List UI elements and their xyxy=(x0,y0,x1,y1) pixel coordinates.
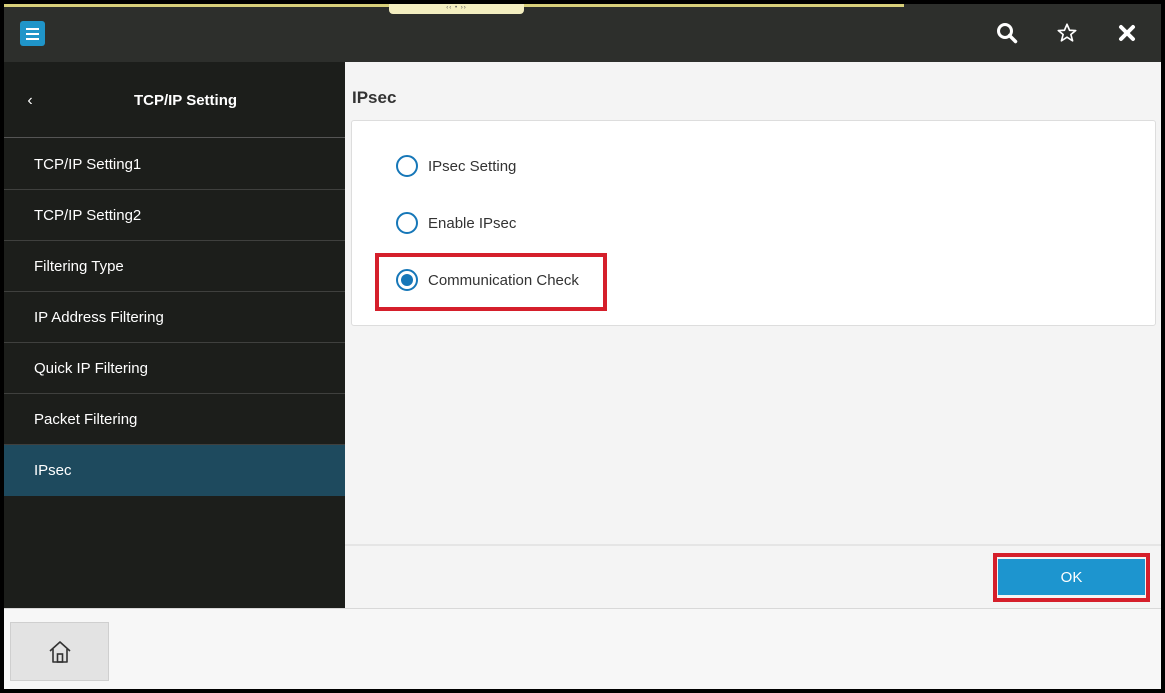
app-window: ‹‹ • ›› ‹ TCP/IP Setting TCP/IP Setting1… xyxy=(4,4,1161,689)
sidebar-item-packet-filtering[interactable]: Packet Filtering xyxy=(4,394,345,445)
footer-divider xyxy=(345,544,1161,546)
radio-dot xyxy=(401,274,413,286)
sidebar-header: ‹ TCP/IP Setting xyxy=(4,62,345,138)
sidebar-item-label: IPsec xyxy=(34,461,72,479)
favorite-button[interactable] xyxy=(1052,18,1082,48)
top-bar: ‹‹ • ›› xyxy=(4,4,1161,62)
home-icon xyxy=(48,640,71,663)
sidebar-item-ip-address-filtering[interactable]: IP Address Filtering xyxy=(4,292,345,343)
search-button[interactable] xyxy=(992,18,1022,48)
sidebar-item-quick-ip-filtering[interactable]: Quick IP Filtering xyxy=(4,343,345,394)
radio-label: Communication Check xyxy=(428,271,579,289)
close-icon xyxy=(1119,25,1135,41)
sidebar-item-label: TCP/IP Setting2 xyxy=(34,206,142,224)
main-content: IPsec IPsec Setting Enable IPsec Communi… xyxy=(345,62,1161,608)
sidebar-list: TCP/IP Setting1 TCP/IP Setting2 Filterin… xyxy=(4,139,345,496)
radio-label: Enable IPsec xyxy=(428,214,517,232)
close-button[interactable] xyxy=(1112,18,1142,48)
radio-option-communication-check[interactable]: Communication Check xyxy=(396,265,579,295)
sidebar-item-tcpip-setting1[interactable]: TCP/IP Setting1 xyxy=(4,139,345,190)
sidebar-item-tcpip-setting2[interactable]: TCP/IP Setting2 xyxy=(4,190,345,241)
radio-button[interactable] xyxy=(396,212,418,234)
menu-icon xyxy=(26,27,39,30)
sidebar-item-label: Packet Filtering xyxy=(34,410,138,428)
radio-option-ipsec-setting[interactable]: IPsec Setting xyxy=(396,151,516,181)
radio-option-enable-ipsec[interactable]: Enable IPsec xyxy=(396,208,516,238)
page-title: IPsec xyxy=(352,88,397,107)
radio-label: IPsec Setting xyxy=(428,157,517,175)
bottom-bar xyxy=(4,608,1161,689)
drag-handle[interactable]: ‹‹ • ›› xyxy=(389,4,524,14)
radio-button-selected[interactable] xyxy=(396,269,418,291)
sidebar-item-label: Filtering Type xyxy=(34,257,124,275)
star-icon xyxy=(1057,23,1077,42)
sidebar-title: TCP/IP Setting xyxy=(133,92,238,109)
sidebar: ‹ TCP/IP Setting TCP/IP Setting1 TCP/IP … xyxy=(4,62,345,608)
sidebar-item-filtering-type[interactable]: Filtering Type xyxy=(4,241,345,292)
sidebar-item-label: IP Address Filtering xyxy=(34,308,164,326)
radio-button[interactable] xyxy=(396,155,418,177)
menu-button[interactable] xyxy=(20,21,45,46)
sidebar-item-ipsec[interactable]: IPsec xyxy=(4,445,345,496)
ok-button[interactable]: OK xyxy=(998,559,1145,595)
home-button[interactable] xyxy=(10,622,109,681)
sidebar-item-label: TCP/IP Setting1 xyxy=(34,155,142,173)
sidebar-item-label: Quick IP Filtering xyxy=(34,359,148,377)
search-icon xyxy=(997,23,1018,44)
options-panel: IPsec Setting Enable IPsec Communication… xyxy=(351,120,1156,326)
